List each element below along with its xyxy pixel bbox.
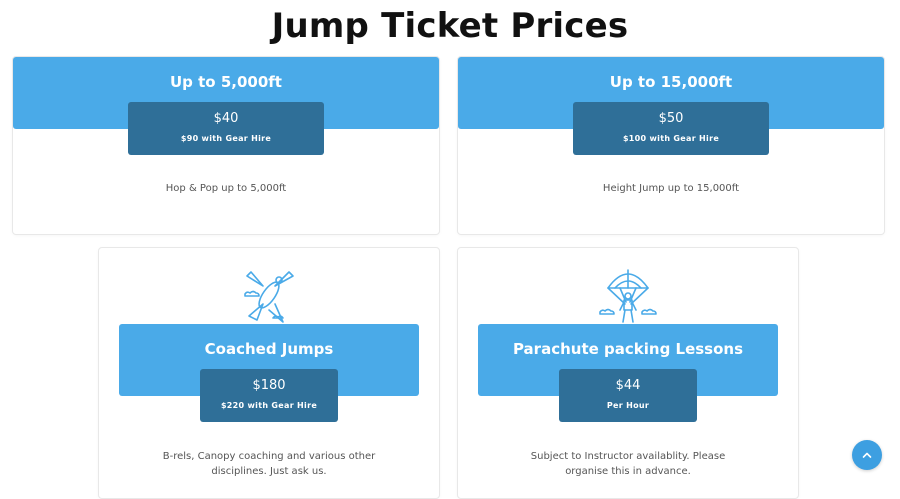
card-description: Height Jump up to 15,000ft: [602, 183, 740, 194]
pricing-card-15000ft: Up to 15,000ft $50 $100 with Gear Hire H…: [457, 56, 885, 235]
price-box: $40 $90 with Gear Hire: [128, 102, 324, 155]
price: $44: [615, 378, 641, 393]
price-note: $220 with Gear Hire: [220, 401, 318, 410]
skydiver-icon: [244, 271, 294, 323]
price-box: $50 $100 with Gear Hire: [573, 102, 769, 155]
pricing-card-parachute-packing: Parachute packing Lessons $44 Per Hour S…: [457, 247, 799, 499]
card-description-line2: disciplines. Just ask us.: [211, 466, 327, 477]
page-title: Jump Ticket Prices: [271, 6, 629, 46]
card-description: Hop & Pop up to 5,000ft: [165, 183, 287, 194]
card-heading: Up to 5,000ft: [170, 73, 282, 91]
card-heading: Parachute packing Lessons: [512, 340, 744, 358]
card-heading: Coached Jumps: [204, 340, 334, 358]
card-description-line2: organise this in advance.: [565, 466, 691, 477]
chevron-up-icon: [862, 452, 872, 458]
price-note: $90 with Gear Hire: [180, 134, 272, 143]
price: $50: [658, 111, 684, 126]
scroll-to-top-button[interactable]: [852, 440, 882, 470]
pricing-card-5000ft: Up to 5,000ft $40 $90 with Gear Hire Hop…: [12, 56, 440, 235]
price: $40: [213, 111, 239, 126]
pricing-card-coached-jumps: Coached Jumps $180 $220 with Gear Hire B…: [98, 247, 440, 499]
parachute-icon: [599, 269, 657, 323]
card-description-line1: Subject to Instructor availablity. Pleas…: [530, 451, 726, 462]
price-note: Per Hour: [606, 401, 650, 410]
price-box: $180 $220 with Gear Hire: [200, 369, 338, 422]
price: $180: [252, 378, 286, 393]
card-description-line1: B-rels, Canopy coaching and various othe…: [162, 451, 376, 462]
price-note: $100 with Gear Hire: [622, 134, 720, 143]
price-box: $44 Per Hour: [559, 369, 697, 422]
card-heading: Up to 15,000ft: [609, 73, 733, 91]
